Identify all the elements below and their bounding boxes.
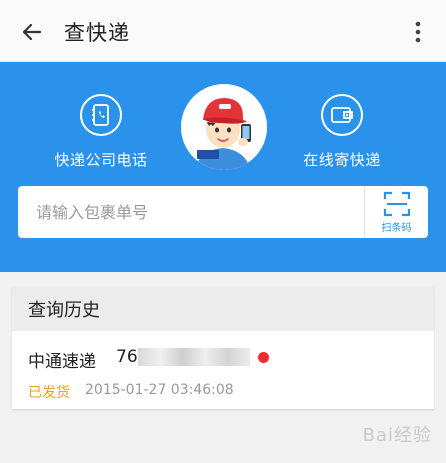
redacted-tracking-digits bbox=[138, 348, 250, 366]
watermark: Bai经验 bbox=[362, 425, 432, 446]
courier-phone-button[interactable]: 快递公司电话 bbox=[31, 94, 171, 170]
tracking-number: 76 bbox=[116, 347, 138, 367]
online-send-label: 在线寄快递 bbox=[303, 151, 381, 169]
query-history-card: 查询历史 中通速递 76 已发货 2015-01-27 03:46:08 bbox=[12, 287, 434, 409]
scan-barcode-button[interactable]: 扫条码 bbox=[364, 186, 428, 238]
page-title: 查快递 bbox=[64, 21, 130, 45]
courier-name: 中通速递 bbox=[28, 352, 96, 372]
hero-panel: 快递公司电话 在线寄快递 请输入包裹单号 扫条码 bbox=[0, 62, 446, 272]
online-send-button[interactable]: 在线寄快递 bbox=[272, 94, 412, 170]
phone-book-icon bbox=[80, 94, 122, 136]
wallet-icon bbox=[321, 94, 363, 136]
courier-phone-label: 快递公司电话 bbox=[54, 151, 148, 169]
more-menu-icon[interactable] bbox=[406, 18, 430, 46]
shipment-status: 已发货 bbox=[28, 385, 70, 401]
history-heading: 查询历史 bbox=[12, 287, 434, 331]
express-query-page: 查快递 快递公司电话 在线寄快递 请输入包裹单号 扫条码 查询历史 中通速递 7… bbox=[0, 0, 446, 463]
courier-mascot-avatar bbox=[181, 84, 267, 170]
history-list-item[interactable]: 中通速递 76 已发货 2015-01-27 03:46:08 bbox=[12, 331, 434, 409]
shipment-time: 2015-01-27 03:46:08 bbox=[85, 382, 234, 398]
back-arrow-icon[interactable] bbox=[18, 18, 46, 46]
new-update-dot bbox=[258, 352, 269, 363]
tracking-number-input[interactable] bbox=[18, 186, 362, 238]
scan-icon bbox=[383, 191, 410, 216]
scan-barcode-label: 扫条码 bbox=[381, 222, 412, 234]
app-bar: 查快递 bbox=[0, 0, 446, 62]
tracking-search-box: 扫条码 bbox=[18, 186, 428, 238]
